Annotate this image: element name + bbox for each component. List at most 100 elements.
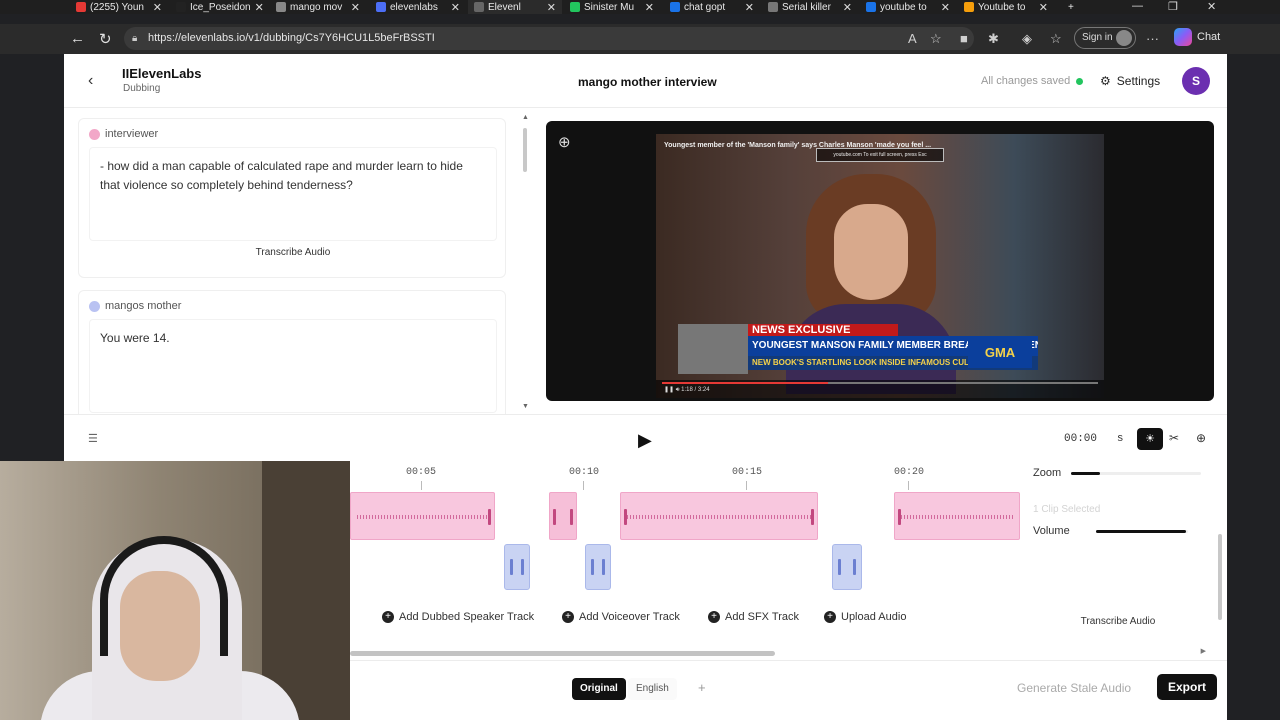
video-preview[interactable]: ⊕ Youngest member of the 'Manson family'…: [546, 121, 1214, 401]
add-circle-icon[interactable]: ⊕: [1196, 431, 1206, 445]
scroll-up-icon[interactable]: ▲: [522, 114, 529, 121]
timeline-horizontal-scrollbar[interactable]: ▶: [350, 647, 1206, 658]
add-language-button[interactable]: +: [698, 680, 706, 695]
more-menu-icon[interactable]: ···: [1146, 31, 1159, 46]
audio-clip[interactable]: [549, 492, 577, 540]
player-progress-bar[interactable]: [662, 382, 1098, 384]
play-button[interactable]: ▶: [638, 430, 652, 451]
transcript-segment[interactable]: mangos mother You were 14.: [78, 290, 506, 414]
tab-close-icon[interactable]: ✕: [255, 1, 264, 14]
tab-english[interactable]: English: [628, 678, 677, 700]
back-icon[interactable]: ←: [70, 30, 85, 47]
clip-trim-handle[interactable]: [624, 509, 627, 525]
tab-close-icon[interactable]: ✕: [745, 1, 754, 14]
panel-transcribe-audio-button[interactable]: Transcribe Audio: [1033, 616, 1203, 627]
track-list-icon[interactable]: ☰: [88, 432, 98, 445]
generate-stale-audio-button[interactable]: Generate Stale Audio: [1017, 681, 1131, 695]
window-close-icon[interactable]: ✕: [1207, 0, 1216, 14]
transcript-segment[interactable]: interviewer - how did a man capable of c…: [78, 118, 506, 278]
audio-clip[interactable]: [894, 492, 1020, 540]
clip-trim-handle[interactable]: [591, 559, 594, 575]
scissors-icon[interactable]: ✂: [1169, 431, 1179, 445]
read-aloud-icon[interactable]: A: [908, 31, 917, 46]
settings-button[interactable]: ⚙ Settings: [1100, 74, 1160, 88]
browser-tab[interactable]: Sinister Mu ✕: [564, 0, 660, 14]
clip-trim-handle[interactable]: [898, 509, 901, 525]
waveform: [357, 515, 488, 519]
add-dubbed-speaker-track-button[interactable]: + Add Dubbed Speaker Track: [382, 611, 534, 623]
browser-tab[interactable]: youtube to ✕: [860, 0, 956, 14]
back-arrow-icon[interactable]: ‹: [88, 72, 93, 90]
tab-close-icon[interactable]: ✕: [843, 1, 852, 14]
audio-clip[interactable]: [620, 492, 818, 540]
browser-tab[interactable]: chat gopt ✕: [664, 0, 760, 14]
favorite-star-icon[interactable]: ☆: [930, 31, 942, 47]
select-tool-icon[interactable]: ☀: [1137, 428, 1163, 450]
ruler-tick: [421, 481, 422, 490]
scrollbar-thumb[interactable]: [1218, 534, 1222, 620]
transcribe-audio-button[interactable]: Transcribe Audio: [79, 247, 507, 258]
add-sfx-track-button[interactable]: + Add SFX Track: [708, 611, 799, 623]
browser-essentials-icon[interactable]: ◈: [1022, 31, 1032, 47]
speaker-clip[interactable]: [504, 544, 530, 590]
clip-trim-handle[interactable]: [853, 559, 856, 575]
user-avatar[interactable]: S: [1182, 67, 1210, 95]
reload-icon[interactable]: ↻: [99, 30, 112, 48]
tab-close-icon[interactable]: ✕: [547, 1, 556, 14]
clip-trim-handle[interactable]: [521, 559, 524, 575]
zoom-in-icon[interactable]: ⊕: [558, 133, 571, 151]
tab-close-icon[interactable]: ✕: [645, 1, 654, 14]
browser-tab[interactable]: Youtube to ✕: [958, 0, 1054, 14]
tab-close-icon[interactable]: ✕: [1039, 1, 1048, 14]
scrollbar-thumb[interactable]: [350, 651, 775, 656]
copilot-chat-button[interactable]: Chat: [1174, 28, 1220, 46]
browser-tab[interactable]: Serial killer ✕: [762, 0, 858, 14]
zoom-slider-fill[interactable]: [1071, 472, 1100, 475]
news-exclusive-tag: NEWS EXCLUSIVE: [748, 324, 898, 336]
speaker-clip[interactable]: [585, 544, 611, 590]
scroll-down-icon[interactable]: ▼: [522, 403, 529, 410]
browser-tab-active[interactable]: Elevenl ✕: [468, 0, 562, 14]
upload-audio-button[interactable]: + Upload Audio: [824, 611, 906, 623]
panel-scrollbar[interactable]: [1216, 470, 1224, 640]
project-title[interactable]: mango mother interview: [578, 75, 717, 89]
clip-trim-handle[interactable]: [811, 509, 814, 525]
extension-icon[interactable]: ■: [960, 31, 968, 46]
add-voiceover-track-button[interactable]: + Add Voiceover Track: [562, 611, 680, 623]
clip-trim-handle[interactable]: [510, 559, 513, 575]
tab-close-icon[interactable]: ✕: [153, 1, 162, 14]
sign-in-button[interactable]: Sign in: [1074, 27, 1136, 49]
clip-trim-handle[interactable]: [838, 559, 841, 575]
brand-logo[interactable]: IIElevenLabs: [122, 66, 201, 81]
tab-close-icon[interactable]: ✕: [451, 1, 460, 14]
volume-slider-fill[interactable]: [1096, 530, 1187, 533]
collections-icon[interactable]: ☆: [1050, 31, 1062, 47]
export-button[interactable]: Export: [1157, 674, 1217, 700]
clip-trim-handle[interactable]: [488, 509, 491, 525]
restore-icon[interactable]: ❐: [1168, 0, 1178, 14]
minimize-icon[interactable]: —: [1132, 0, 1143, 14]
scroll-right-icon[interactable]: ▶: [1201, 647, 1206, 655]
browser-tab[interactable]: mango mov ✕: [270, 0, 366, 14]
clip-trim-handle[interactable]: [553, 509, 556, 525]
clip-trim-handle[interactable]: [602, 559, 605, 575]
speaker-clip[interactable]: [832, 544, 862, 590]
timeline-ruler[interactable]: 00:05 00:10 00:15 00:20: [350, 464, 1020, 492]
webcam-doorway: [262, 461, 350, 720]
clip-trim-handle[interactable]: [570, 509, 573, 525]
audio-clip[interactable]: [350, 492, 495, 540]
segment-text-field[interactable]: - how did a man capable of calculated ra…: [89, 147, 497, 241]
scrollbar-thumb[interactable]: [523, 128, 527, 172]
new-tab-button[interactable]: +: [1062, 0, 1082, 14]
segment-text-field[interactable]: You were 14.: [89, 319, 497, 413]
tab-original[interactable]: Original: [572, 678, 626, 700]
extensions-puzzle-icon[interactable]: ✱: [988, 31, 999, 47]
tab-close-icon[interactable]: ✕: [351, 1, 360, 14]
browser-tab[interactable]: Ice_Poseidon ✕: [170, 0, 266, 14]
browser-tab[interactable]: (2255) Youn ✕: [70, 0, 168, 14]
player-controls[interactable]: ❚❚ 🔊︎ 1:18 / 3:24: [656, 380, 1104, 398]
tab-close-icon[interactable]: ✕: [941, 1, 950, 14]
transcript-scrollbar[interactable]: ▲ ▼: [520, 114, 530, 410]
browser-tab[interactable]: elevenlabs ✕: [370, 0, 466, 14]
url-field[interactable]: 🔒︎ https://elevenlabs.io/v1/dubbing/Cs7Y…: [124, 27, 974, 50]
